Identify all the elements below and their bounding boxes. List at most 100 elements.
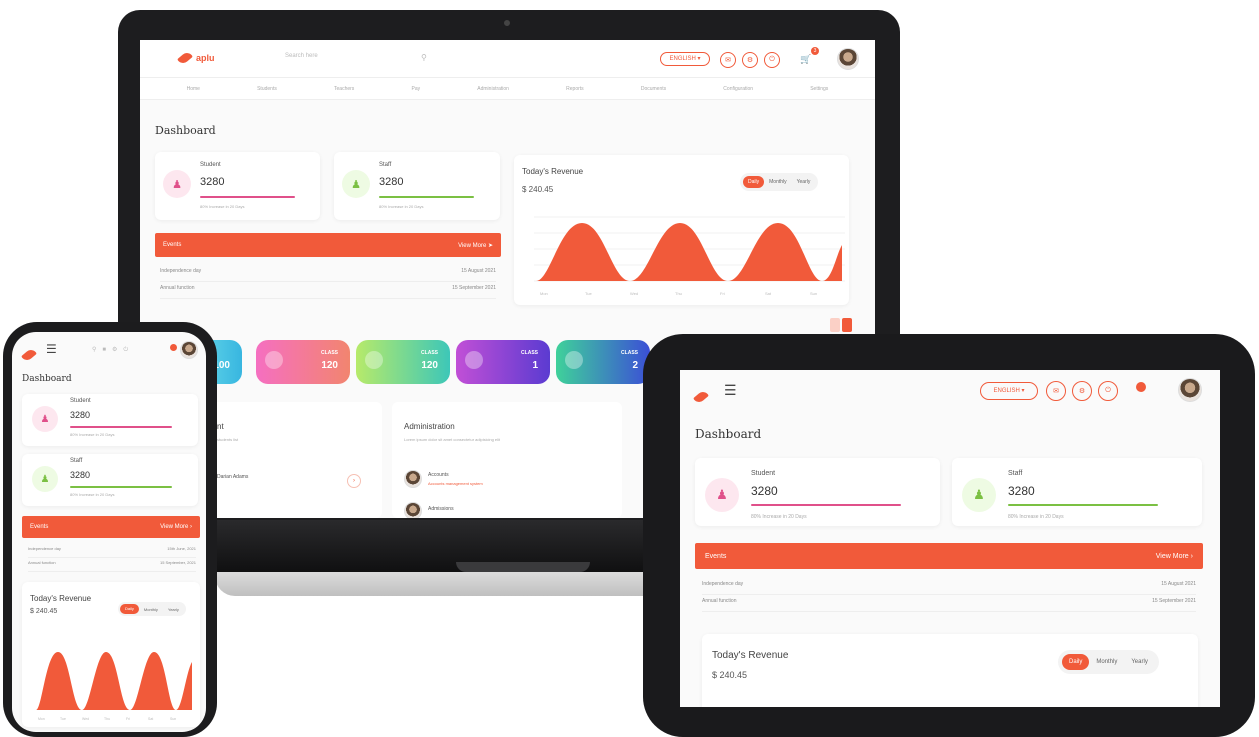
nav-item-administration[interactable]: Administration <box>477 86 509 92</box>
nav-item-home[interactable]: Home <box>187 86 200 92</box>
view-more-label: View More <box>1155 552 1189 560</box>
admin-item-name[interactable]: Accounts <box>428 472 449 478</box>
events-view-more-link[interactable]: View More ➤ <box>458 242 493 249</box>
cart-icon[interactable]: 🛒 <box>800 54 811 65</box>
student-icon: ♟ <box>32 406 58 432</box>
x-tick-label: Mon <box>540 291 548 296</box>
message-icon[interactable]: ✉ <box>1046 381 1066 401</box>
admissions-avatar <box>404 502 422 518</box>
chevron-right-icon[interactable]: › <box>347 474 361 488</box>
event-row[interactable]: Annual function 15 September 2021 <box>160 285 496 299</box>
staff-stat-card[interactable]: ♟ Staff 3280 80% Increase in 20 Days <box>22 454 198 506</box>
event-row[interactable]: Independence day 15 August 2021 <box>702 581 1196 595</box>
tab-yearly[interactable]: Yearly <box>163 607 184 612</box>
tab-daily[interactable]: Daily <box>1062 654 1090 670</box>
power-icon[interactable]: ⏻ <box>764 52 780 68</box>
x-tick-label: Sun <box>170 717 176 721</box>
language-dropdown[interactable]: ENGLISH ▾ <box>980 382 1038 400</box>
event-date: 15 September, 2021 <box>159 560 196 565</box>
laptop-camera <box>504 20 510 26</box>
staff-stat-card[interactable]: ♟ Staff 3280 80% Increase in 20 Days <box>952 458 1202 526</box>
hamburger-icon[interactable]: ☰ <box>724 382 737 399</box>
class-icon <box>465 351 483 369</box>
revenue-area-chart: Mon Tue Wed Thu Fri Sat Sun <box>36 652 192 721</box>
staff-stat-card[interactable]: ♟ Staff 3280 80% Increase in 20 Days <box>334 152 500 220</box>
staff-note: 80% Increase in 20 Days <box>379 204 424 209</box>
class-card[interactable]: CLASS 1 <box>456 340 550 384</box>
tab-yearly[interactable]: Yearly <box>792 179 816 185</box>
class-card[interactable]: CLASS 120 <box>356 340 450 384</box>
nav-item-teachers[interactable]: Teachers <box>334 86 354 92</box>
admin-item-name[interactable]: Admissions <box>428 506 454 512</box>
brand-name: aplu <box>196 53 215 63</box>
nav-item-configuration[interactable]: Configuration <box>723 86 753 92</box>
user-avatar[interactable] <box>1178 378 1202 402</box>
nav-item-students[interactable]: Students <box>257 86 277 92</box>
settings-icon[interactable]: ⚙ <box>1072 381 1092 401</box>
accounts-avatar <box>404 470 422 488</box>
class-card[interactable]: CLASS 2 <box>556 340 650 384</box>
event-row[interactable]: Independence day 15th June, 2021 <box>28 546 196 558</box>
nav-item-documents[interactable]: Documents <box>641 86 666 92</box>
laptop-notch <box>456 562 590 572</box>
student-row-name[interactable]: Darian Adams <box>217 474 248 480</box>
class-value: 120 <box>421 360 438 371</box>
settings-icon[interactable]: ⚙ <box>742 52 758 68</box>
search-icon[interactable]: ⚲ <box>421 53 427 62</box>
class-label: CLASS <box>521 350 538 356</box>
tab-monthly[interactable]: Monthly <box>139 607 163 612</box>
tab-daily[interactable]: Daily <box>120 604 139 614</box>
class-value: 2 <box>632 360 638 371</box>
staff-value: 3280 <box>1008 484 1035 498</box>
student-stat-card[interactable]: ♟ Student 3280 80% Increase in 20 Days <box>695 458 940 526</box>
pager-prev[interactable] <box>830 318 840 332</box>
nav-item-settings[interactable]: Settings <box>810 86 828 92</box>
event-name: Independence day <box>28 546 61 551</box>
staff-progress-bar <box>70 486 172 488</box>
staff-progress-bar <box>1008 504 1158 506</box>
staff-label: Staff <box>1008 470 1023 477</box>
student-stat-card[interactable]: ♟ Student 3280 80% Increase in 20 Days <box>22 394 198 446</box>
pager-next[interactable] <box>842 318 852 332</box>
event-row[interactable]: Annual function 15 September 2021 <box>702 598 1196 612</box>
notification-badge <box>170 344 177 351</box>
search-input[interactable]: Search here ⚲ <box>285 53 435 65</box>
page-title: Dashboard <box>695 427 762 441</box>
x-tick-label: Fri <box>126 717 130 721</box>
user-avatar[interactable] <box>837 48 859 70</box>
notification-badge <box>1136 382 1146 392</box>
nav-item-reports[interactable]: Reports <box>566 86 584 92</box>
admin-item-sub: Accounts management system <box>428 481 483 486</box>
class-label: CLASS <box>621 350 638 356</box>
events-view-more-link[interactable]: View More › <box>1156 553 1193 560</box>
tab-daily[interactable]: Daily <box>743 176 765 188</box>
event-row[interactable]: Annual function 15 September, 2021 <box>28 560 196 572</box>
tab-monthly[interactable]: Monthly <box>764 179 792 185</box>
event-row[interactable]: Independence day 15 August 2021 <box>160 268 496 282</box>
language-dropdown[interactable]: ENGLISH ▾ <box>660 52 710 66</box>
search-placeholder: Search here <box>285 53 318 59</box>
hamburger-icon[interactable]: ☰ <box>46 342 57 356</box>
top-bar: aplu Search here ⚲ ENGLISH ▾ ✉ ⚙ ⏻ 🛒 3 <box>140 40 875 78</box>
power-icon[interactable]: ⏻ <box>1098 381 1118 401</box>
class-icon <box>365 351 383 369</box>
administration-subtitle: Lorem ipsum dolor sit amet consectetur a… <box>404 437 501 442</box>
events-header: Events View More › <box>22 516 200 538</box>
class-card[interactable]: CLASS 120 <box>256 340 350 384</box>
message-icon[interactable]: ✉ <box>720 52 736 68</box>
events-view-more-link[interactable]: View More › <box>160 524 192 530</box>
user-avatar[interactable] <box>180 341 198 359</box>
nav-item-pay[interactable]: Pay <box>411 86 420 92</box>
revenue-card: Today's Revenue $ 240.45 Daily Monthly Y… <box>702 634 1198 707</box>
brand-logo[interactable]: aplu <box>177 50 215 66</box>
revenue-area-chart: Mon Tue Wed Thu Fri Sat Sun <box>534 216 845 296</box>
class-label: CLASS <box>321 350 338 356</box>
student-stat-card[interactable]: ♟ Student 3280 80% Increase in 20 Days <box>155 152 320 220</box>
revenue-area <box>36 652 192 710</box>
tab-monthly[interactable]: Monthly <box>1089 659 1124 665</box>
tab-yearly[interactable]: Yearly <box>1124 659 1154 665</box>
staff-label: Staff <box>379 162 392 168</box>
revenue-amount: $ 240.45 <box>712 670 748 680</box>
event-date: 15 August 2021 <box>461 268 496 274</box>
student-value: 3280 <box>200 176 225 188</box>
